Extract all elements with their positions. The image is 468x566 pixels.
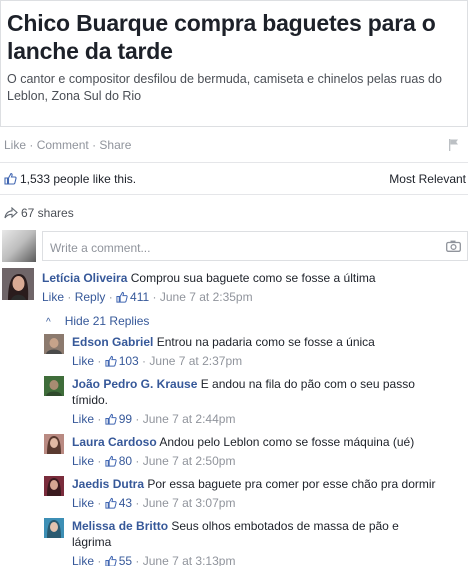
commenter-name[interactable]: Jaedis Dutra bbox=[72, 477, 144, 491]
comment-input[interactable]: Write a comment... bbox=[42, 231, 468, 261]
flag-icon[interactable] bbox=[448, 138, 460, 151]
hide-replies-label: Hide 21 Replies bbox=[64, 314, 150, 328]
hide-replies-link[interactable]: ^ Hide 21 Replies bbox=[46, 314, 149, 328]
avatar[interactable] bbox=[44, 518, 64, 538]
thumbs-up-icon bbox=[105, 413, 117, 425]
thumbs-up-icon bbox=[105, 455, 117, 467]
sort-comments-dropdown[interactable]: Most Relevant bbox=[389, 172, 466, 186]
comment-composer: Write a comment... bbox=[2, 230, 468, 262]
likes-summary: 1,533 people like this. Most Relevant bbox=[4, 172, 468, 186]
commenter-name[interactable]: Melissa de Britto bbox=[72, 519, 168, 533]
share-arrow-icon bbox=[4, 206, 18, 219]
comment-like-count[interactable]: 99 bbox=[119, 412, 132, 426]
reply-comment: João Pedro G. Krause E andou na fila do … bbox=[44, 376, 468, 428]
divider bbox=[0, 162, 468, 163]
thumbs-up-icon bbox=[105, 497, 117, 509]
like-comment-link[interactable]: Like bbox=[72, 454, 94, 468]
reply-comment: Edson Gabriel Entrou na padaria como se … bbox=[44, 334, 468, 370]
comment-like-count[interactable]: 43 bbox=[119, 496, 132, 510]
avatar[interactable] bbox=[2, 230, 36, 262]
post-actions: Like · Comment · Share bbox=[4, 138, 468, 154]
like-link[interactable]: Like bbox=[4, 138, 26, 152]
avatar[interactable] bbox=[44, 376, 64, 396]
comment-timestamp[interactable]: June 7 at 3:13pm bbox=[143, 554, 236, 566]
like-comment-link[interactable]: Like bbox=[72, 354, 94, 368]
like-comment-link[interactable]: Like bbox=[72, 496, 94, 510]
comment: Letícia Oliveira Comprou sua baguete com… bbox=[2, 268, 468, 308]
commenter-name[interactable]: Letícia Oliveira bbox=[42, 271, 127, 285]
comment-timestamp[interactable]: June 7 at 2:44pm bbox=[143, 412, 236, 426]
link-title[interactable]: Chico Buarque compra baguetes para o lan… bbox=[7, 9, 461, 65]
comment-text: Comprou sua baguete como se fosse a últi… bbox=[130, 271, 376, 285]
reply-link[interactable]: Reply bbox=[75, 290, 106, 304]
comment-like-count[interactable]: 411 bbox=[130, 290, 149, 304]
shares-count-text: 67 shares bbox=[21, 206, 74, 220]
comment-like-count[interactable]: 103 bbox=[119, 354, 139, 368]
share-link[interactable]: Share bbox=[99, 138, 131, 152]
comment-text: Entrou na padaria como se fosse a única bbox=[156, 335, 375, 349]
comment-like-count[interactable]: 55 bbox=[119, 554, 132, 566]
commenter-name[interactable]: João Pedro G. Krause bbox=[72, 377, 197, 391]
camera-icon[interactable] bbox=[446, 240, 461, 252]
thumbs-up-icon bbox=[4, 172, 17, 185]
divider bbox=[0, 194, 468, 195]
reply-comment: Laura Cardoso Andou pelo Leblon como se … bbox=[44, 434, 468, 470]
comment-text: Andou pelo Leblon como se fosse máquina … bbox=[159, 435, 415, 449]
reply-comment: Melissa de Britto Seus olhos embotados d… bbox=[44, 518, 468, 566]
comment-timestamp[interactable]: June 7 at 3:07pm bbox=[143, 496, 236, 510]
commenter-name[interactable]: Laura Cardoso bbox=[72, 435, 157, 449]
comment-placeholder: Write a comment... bbox=[50, 241, 151, 255]
link-description: O cantor e compositor desfilou de bermud… bbox=[7, 72, 442, 103]
thumbs-up-icon bbox=[105, 355, 117, 367]
like-comment-link[interactable]: Like bbox=[42, 290, 64, 304]
avatar[interactable] bbox=[44, 476, 64, 496]
reply-comment: Jaedis Dutra Por essa baguete pra comer … bbox=[44, 476, 468, 512]
comment-text: Por essa baguete pra comer por esse chão… bbox=[147, 477, 436, 491]
avatar[interactable] bbox=[44, 334, 64, 354]
comment-timestamp[interactable]: June 7 at 2:37pm bbox=[149, 354, 242, 368]
thumbs-up-icon bbox=[105, 555, 117, 566]
comment-timestamp[interactable]: June 7 at 2:35pm bbox=[160, 290, 253, 304]
separator: · bbox=[29, 138, 34, 152]
shares-summary[interactable]: 67 shares bbox=[4, 206, 74, 220]
thumbs-up-icon bbox=[116, 291, 128, 303]
avatar[interactable] bbox=[44, 434, 64, 454]
separator: · bbox=[92, 138, 97, 152]
chevron-up-icon: ^ bbox=[46, 317, 51, 328]
comment-timestamp[interactable]: June 7 at 2:50pm bbox=[143, 454, 236, 468]
like-comment-link[interactable]: Like bbox=[72, 554, 94, 566]
comment-link[interactable]: Comment bbox=[37, 138, 89, 152]
link-preview-card[interactable]: Chico Buarque compra baguetes para o lan… bbox=[0, 0, 468, 127]
like-comment-link[interactable]: Like bbox=[72, 412, 94, 426]
comment-like-count[interactable]: 80 bbox=[119, 454, 132, 468]
commenter-name[interactable]: Edson Gabriel bbox=[72, 335, 153, 349]
avatar[interactable] bbox=[2, 268, 34, 300]
likes-count-text[interactable]: 1,533 people like this. bbox=[20, 172, 136, 186]
